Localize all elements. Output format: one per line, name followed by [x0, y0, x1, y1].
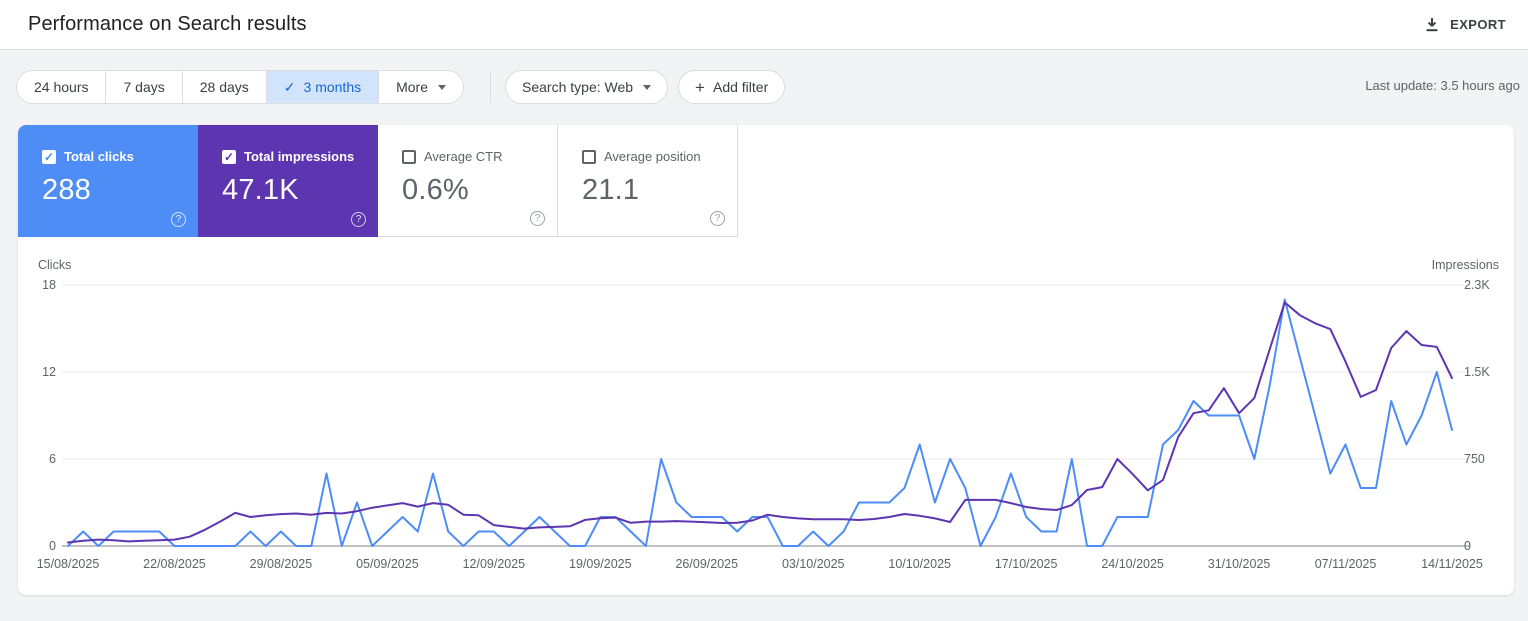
checkbox-total-clicks[interactable]: ✓ — [42, 149, 56, 164]
svg-text:18: 18 — [42, 278, 56, 292]
help-icon[interactable]: ? — [351, 212, 366, 227]
svg-text:26/09/2025: 26/09/2025 — [675, 557, 738, 571]
metric-cards-row: ✓ Total clicks 288 ? ✓ Total impressions… — [18, 125, 1514, 237]
svg-text:12/09/2025: 12/09/2025 — [463, 557, 526, 571]
search-type-dropdown[interactable]: Search type: Web — [505, 70, 669, 104]
vertical-divider — [490, 72, 492, 102]
chart-area: 0 0 6 750 12 1.5K 18 2.3K Clicks Impressions 15/08… — [18, 237, 1514, 590]
metric-label: Total impressions — [244, 149, 355, 164]
date-range-24-hours[interactable]: 24 hours — [17, 71, 107, 103]
svg-text:29/08/2025: 29/08/2025 — [250, 557, 313, 571]
date-range-label: 28 days — [199, 79, 249, 95]
page-header: Performance on Search results EXPORT — [0, 0, 1528, 50]
date-range-label: 24 hours — [34, 79, 89, 95]
svg-text:10/10/2025: 10/10/2025 — [888, 557, 951, 571]
add-filter-button[interactable]: + Add filter — [678, 70, 786, 104]
svg-text:17/10/2025: 17/10/2025 — [995, 557, 1058, 571]
metric-value: 0.6% — [402, 174, 469, 206]
plus-icon: + — [695, 77, 705, 97]
svg-text:22/08/2025: 22/08/2025 — [143, 557, 206, 571]
metric-label: Average CTR — [424, 149, 503, 164]
svg-text:31/10/2025: 31/10/2025 — [1208, 557, 1271, 571]
svg-text:1.5K: 1.5K — [1464, 365, 1490, 379]
svg-text:Clicks: Clicks — [38, 258, 71, 272]
checkmark-icon: ✓ — [283, 78, 296, 95]
add-filter-label: Add filter — [712, 79, 769, 95]
svg-text:6: 6 — [49, 452, 56, 466]
metric-value: 288 — [42, 174, 91, 206]
date-range-7-days[interactable]: 7 days — [106, 71, 183, 103]
svg-text:15/08/2025: 15/08/2025 — [37, 557, 100, 571]
date-range-more-dropdown[interactable]: More — [379, 71, 464, 103]
last-update-text: Last update: 3.5 hours ago — [1365, 78, 1520, 93]
svg-text:07/11/2025: 07/11/2025 — [1315, 557, 1377, 571]
performance-panel: ✓ Total clicks 288 ? ✓ Total impressions… — [18, 125, 1514, 595]
help-icon[interactable]: ? — [710, 211, 725, 226]
checkbox-average-ctr[interactable] — [402, 149, 416, 164]
metric-label: Average position — [604, 149, 701, 164]
svg-text:2.3K: 2.3K — [1464, 278, 1490, 292]
date-range-28-days[interactable]: 28 days — [182, 71, 267, 103]
date-range-3-months[interactable]: ✓ 3 months — [266, 71, 380, 103]
help-icon[interactable]: ? — [171, 212, 186, 227]
date-range-label: 3 months — [303, 79, 362, 95]
page-title: Performance on Search results — [28, 13, 307, 35]
metric-card-average-position[interactable]: Average position 21.1 ? — [558, 125, 738, 237]
svg-text:0: 0 — [49, 539, 56, 553]
svg-text:0: 0 — [1464, 539, 1471, 553]
performance-line-chart: 0 0 6 750 12 1.5K 18 2.3K Clicks Impressions 15/08… — [37, 258, 1499, 571]
svg-text:12: 12 — [42, 365, 56, 379]
svg-text:24/10/2025: 24/10/2025 — [1101, 557, 1164, 571]
metric-card-total-clicks[interactable]: ✓ Total clicks 288 ? — [18, 125, 198, 237]
export-label: EXPORT — [1450, 17, 1506, 32]
metric-label: Total clicks — [64, 149, 134, 164]
svg-text:Impressions: Impressions — [1432, 258, 1499, 272]
metric-value: 47.1K — [222, 174, 299, 206]
svg-text:19/09/2025: 19/09/2025 — [569, 557, 632, 571]
help-icon[interactable]: ? — [530, 211, 545, 226]
download-icon — [1424, 17, 1440, 33]
date-range-label: More — [396, 79, 429, 95]
svg-text:03/10/2025: 03/10/2025 — [782, 557, 845, 571]
export-button[interactable]: EXPORT — [1416, 11, 1514, 39]
metric-value: 21.1 — [582, 174, 640, 206]
filter-bar: 24 hours 7 days 28 days ✓ 3 months More … — [16, 70, 1520, 104]
svg-text:14/11/2025: 14/11/2025 — [1421, 557, 1483, 571]
svg-text:05/09/2025: 05/09/2025 — [356, 557, 419, 571]
date-range-label: 7 days — [123, 79, 165, 95]
checkbox-total-impressions[interactable]: ✓ — [222, 149, 236, 164]
date-range-selector: 24 hours 7 days 28 days ✓ 3 months More — [16, 70, 465, 104]
checkbox-average-position[interactable] — [582, 149, 596, 164]
search-type-label: Search type: Web — [522, 79, 634, 95]
metric-card-total-impressions[interactable]: ✓ Total impressions 47.1K ? — [198, 125, 378, 237]
chevron-down-icon — [643, 84, 652, 90]
svg-text:750: 750 — [1464, 452, 1485, 466]
metric-card-average-ctr[interactable]: Average CTR 0.6% ? — [378, 125, 558, 237]
chevron-down-icon — [438, 84, 447, 90]
